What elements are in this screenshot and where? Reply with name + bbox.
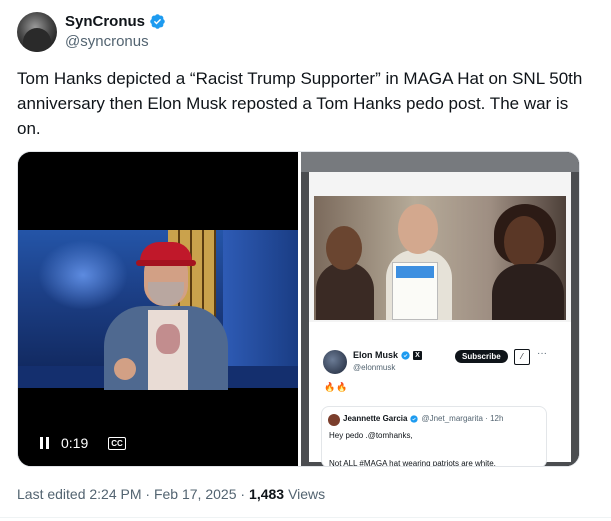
video-time: 0:19 — [61, 435, 89, 451]
verified-badge-icon — [150, 14, 165, 29]
embedded-verified-icon — [401, 350, 410, 360]
edited-timestamp[interactable]: Last edited 2:24 PM · Feb 17, 2025 · — [17, 486, 245, 502]
captions-icon[interactable]: CC — [108, 436, 126, 450]
screenshot-image[interactable]: Elon Musk X @elonmusk Subscribe ⁄ ··· 🔥🔥… — [301, 152, 579, 466]
quoted-verified-icon — [410, 414, 419, 423]
quoted-text-line-1: Hey pedo .@tomhanks, — [329, 431, 413, 440]
embedded-post: Elon Musk X @elonmusk Subscribe ⁄ ··· 🔥🔥… — [309, 322, 571, 466]
fire-emoji: 🔥🔥 — [324, 382, 349, 392]
embedded-avatar — [323, 350, 347, 374]
video-controls[interactable]: 0:19 CC — [40, 435, 126, 451]
quoted-text-line-2: Not ALL #MAGA hat wearing patriots are w… — [329, 459, 496, 467]
quoted-author: Jeannette Garcia @Jnet_margarita · 12h — [343, 414, 503, 423]
x-logo-icon: X — [413, 350, 423, 360]
video-subject — [96, 230, 236, 390]
pause-icon[interactable] — [40, 437, 49, 449]
embedded-author: Elon Musk X — [353, 350, 423, 360]
tweet-media[interactable]: 0:19 CC Elon Musk X @elonmusk Subscribe … — [17, 151, 580, 467]
embedded-subscribe-button: Subscribe — [455, 350, 508, 363]
embedded-author-name: Elon Musk — [353, 350, 399, 360]
more-options-icon: ··· — [537, 348, 547, 359]
divider — [0, 517, 611, 518]
author-name-text[interactable]: SynCronus — [65, 13, 145, 30]
video-player[interactable]: 0:19 CC — [18, 152, 298, 466]
embedded-handle: @elonmusk — [353, 363, 396, 372]
views-count: 1,483 — [249, 486, 285, 502]
quoted-handle: @Jnet_margarita · 12h — [421, 414, 504, 423]
tweet-text: Tom Hanks depicted a “Racist Trump Suppo… — [17, 69, 583, 138]
tweet-metadata: Last edited 2:24 PM · Feb 17, 2025 · 1,4… — [17, 486, 325, 502]
embedded-photo — [314, 196, 566, 320]
grok-icon: ⁄ — [514, 349, 530, 365]
author-handle[interactable]: @syncronus — [65, 33, 149, 50]
views-label: Views — [288, 486, 326, 502]
quoted-avatar — [328, 414, 340, 426]
author-avatar[interactable] — [17, 12, 57, 52]
quoted-author-name: Jeannette Garcia — [343, 414, 408, 423]
quoted-post: Jeannette Garcia @Jnet_margarita · 12h H… — [321, 406, 547, 467]
author-display-name[interactable]: SynCronus — [65, 13, 166, 30]
